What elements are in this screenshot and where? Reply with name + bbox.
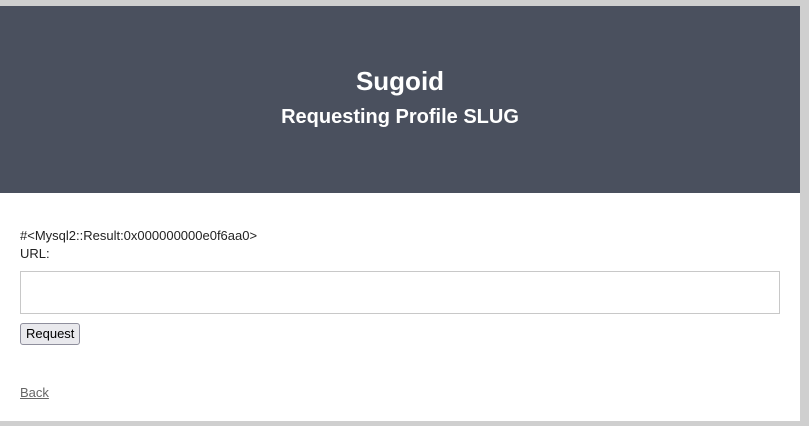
page-subtitle: Requesting Profile SLUG bbox=[281, 106, 519, 128]
url-label: URL: bbox=[20, 246, 50, 261]
back-link[interactable]: Back bbox=[20, 385, 49, 400]
request-form: #<Mysql2::Result:0x000000000e0f6aa0> URL… bbox=[20, 227, 780, 345]
site-title: Sugoid bbox=[355, 66, 445, 96]
result-text: #<Mysql2::Result:0x000000000e0f6aa0> bbox=[20, 228, 258, 243]
page-header: Sugoid Requesting Profile SLUG bbox=[0, 6, 800, 193]
browser-viewport: Sugoid Requesting Profile SLUG #<Mysql2:… bbox=[0, 0, 800, 421]
url-input[interactable] bbox=[20, 271, 780, 314]
request-button[interactable]: Request bbox=[20, 323, 81, 345]
